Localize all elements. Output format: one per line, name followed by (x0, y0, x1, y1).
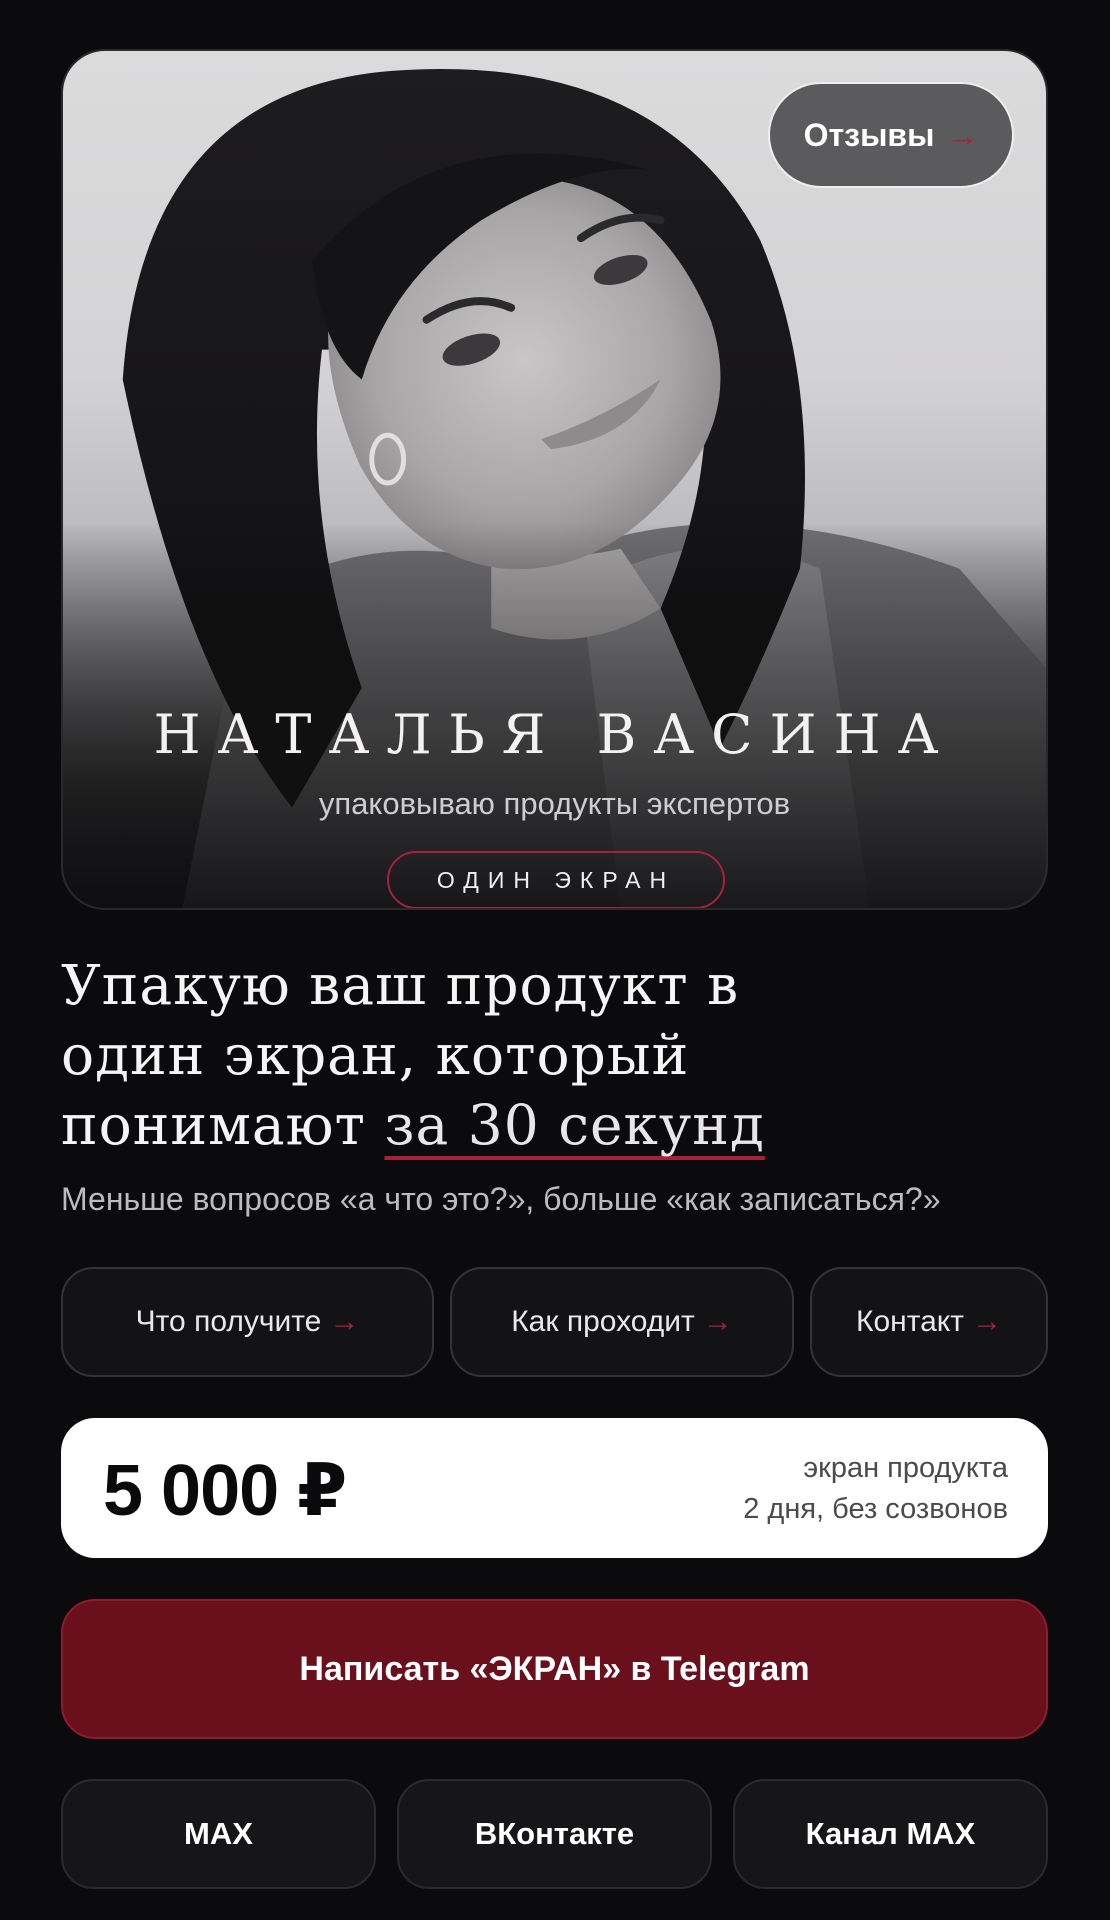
nav-button-what-you-get[interactable]: Что получите → (61, 1267, 434, 1377)
vkontakte-button[interactable]: ВКонтакте (397, 1779, 712, 1889)
nav-label: Как проходит (511, 1305, 695, 1338)
nav-button-contact[interactable]: Контакт → (810, 1267, 1048, 1377)
max-button[interactable]: MAX (61, 1779, 376, 1889)
max-channel-button[interactable]: Канал MAX (733, 1779, 1048, 1889)
headline-line-2: один экран, который (61, 1023, 690, 1087)
author-name: НАТАЛЬЯ ВАСИНА (153, 703, 956, 766)
reviews-label: Отзывы (803, 116, 935, 153)
headline-accent: за 30 секунд (384, 1093, 765, 1157)
arrow-right-icon: → (946, 116, 979, 153)
nav-label: Что получите (135, 1305, 322, 1338)
cta-label: Написать «ЭКРАН» в Telegram (299, 1649, 810, 1688)
telegram-cta-button[interactable]: Написать «ЭКРАН» в Telegram (61, 1599, 1048, 1739)
subheadline: Меньше вопросов «а что это?», больше «ка… (61, 1181, 941, 1217)
price-details: экран продукта 2 дня, без созвонов (743, 1448, 1008, 1530)
max-channel-label: Канал MAX (805, 1816, 976, 1851)
reviews-button[interactable]: Отзывы → (768, 82, 1014, 188)
price-card: 5 000 ₽ экран продукта 2 дня, без созвон… (61, 1418, 1048, 1558)
product-badge: ОДИН ЭКРАН (387, 851, 725, 908)
nav-button-how-it-works[interactable]: Как проходит → (450, 1267, 794, 1377)
headline-line-3: понимают за 30 секунд (61, 1090, 961, 1160)
hero-card: Отзывы → НАТАЛЬЯ ВАСИНА упаковываю проду… (61, 49, 1048, 910)
vkontakte-label: ВКонтакте (474, 1816, 635, 1851)
arrow-right-icon: → (329, 1305, 360, 1338)
arrow-right-icon: → (702, 1305, 733, 1338)
headline-line-3-start: понимают (61, 1093, 385, 1157)
price-detail-terms: 2 дня, без созвонов (743, 1493, 1008, 1525)
max-label: MAX (184, 1816, 253, 1851)
nav-label: Контакт (855, 1305, 965, 1338)
price-detail-product: экран продукта (803, 1452, 1008, 1484)
price-value: 5 000 ₽ (103, 1451, 347, 1531)
arrow-right-icon: → (972, 1305, 1003, 1338)
headline-line-1: Упакую ваш продукт в (61, 953, 740, 1017)
main-headline: Упакую ваш продукт в один экран, который… (61, 950, 961, 1160)
author-tagline: упаковываю продукты экспертов (318, 786, 791, 821)
